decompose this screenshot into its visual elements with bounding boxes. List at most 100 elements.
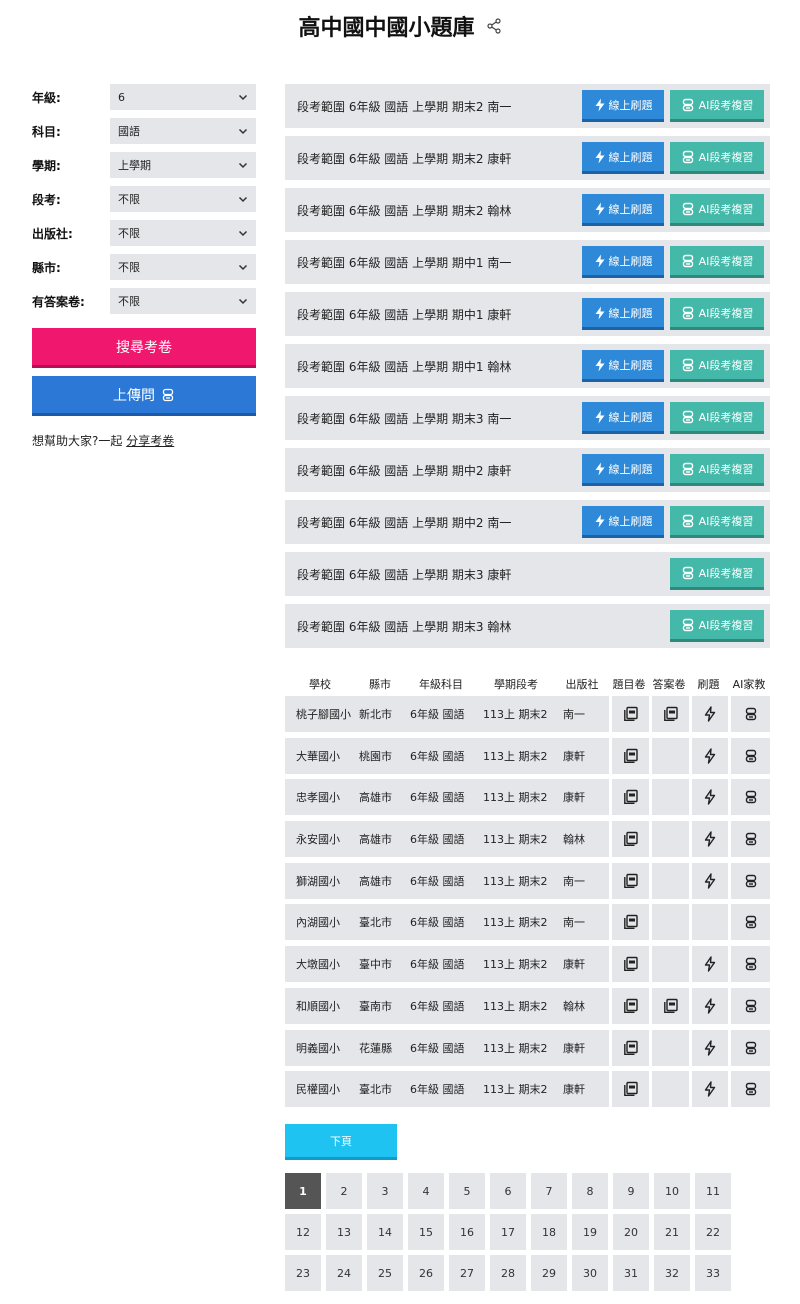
lightning-icon[interactable] — [703, 998, 717, 1014]
online-practice-button[interactable]: 線上刷題 — [582, 142, 664, 174]
question-sheet-cell[interactable] — [612, 987, 649, 1024]
robot-icon[interactable] — [744, 832, 758, 846]
robot-icon[interactable] — [744, 707, 758, 721]
ai-tutor-cell[interactable] — [731, 696, 770, 732]
ai-tutor-cell[interactable] — [731, 779, 770, 816]
drill-cell[interactable] — [692, 1071, 728, 1108]
answer-sheet-cell[interactable] — [652, 696, 689, 732]
online-practice-button[interactable]: 線上刷題 — [582, 298, 664, 330]
drill-cell[interactable] — [692, 737, 728, 774]
upload-button[interactable]: 上傳問 — [32, 376, 256, 416]
share-icon[interactable] — [486, 18, 502, 34]
drill-cell[interactable] — [692, 696, 728, 732]
page-number-button[interactable]: 3 — [367, 1173, 403, 1209]
question-sheet-cell[interactable] — [612, 696, 649, 732]
pdf-icon[interactable] — [623, 789, 639, 805]
page-number-button[interactable]: 1 — [285, 1173, 321, 1209]
ai-tutor-cell[interactable] — [731, 946, 770, 983]
pdf-icon[interactable] — [623, 873, 639, 889]
question-sheet-cell[interactable] — [612, 904, 649, 941]
page-number-button[interactable]: 6 — [490, 1173, 526, 1209]
ai-review-button[interactable]: AI段考複習 — [670, 90, 764, 122]
row-info-cell[interactable]: 明義國小 花蓮縣 6年級 國語 113上 期末2 康軒 — [285, 1029, 609, 1066]
robot-icon[interactable] — [744, 999, 758, 1013]
lightning-icon[interactable] — [703, 789, 717, 806]
page-number-button[interactable]: 15 — [408, 1214, 444, 1250]
ai-tutor-cell[interactable] — [731, 904, 770, 941]
ai-tutor-cell[interactable] — [731, 862, 770, 899]
lightning-icon[interactable] — [703, 831, 717, 847]
pdf-icon[interactable] — [663, 706, 679, 722]
question-sheet-cell[interactable] — [612, 946, 649, 983]
ai-tutor-cell[interactable] — [731, 821, 770, 858]
page-number-button[interactable]: 5 — [449, 1173, 485, 1209]
page-number-button[interactable]: 29 — [531, 1255, 567, 1291]
row-info-cell[interactable]: 獅湖國小 高雄市 6年級 國語 113上 期末2 南一 — [285, 862, 609, 899]
drill-cell[interactable] — [692, 821, 728, 858]
page-number-button[interactable]: 32 — [654, 1255, 690, 1291]
page-number-button[interactable]: 13 — [326, 1214, 362, 1250]
lightning-icon[interactable] — [703, 1039, 717, 1056]
ai-review-button[interactable]: AI段考複習 — [670, 610, 764, 642]
online-practice-button[interactable]: 線上刷題 — [582, 194, 664, 226]
page-number-button[interactable]: 25 — [367, 1255, 403, 1291]
drill-cell[interactable] — [692, 779, 728, 816]
pdf-icon[interactable] — [623, 998, 639, 1014]
robot-icon[interactable] — [744, 874, 758, 888]
page-number-button[interactable]: 21 — [654, 1214, 690, 1250]
next-page-button[interactable]: 下頁 — [285, 1124, 397, 1160]
ai-tutor-cell[interactable] — [731, 987, 770, 1024]
ai-review-button[interactable]: AI段考複習 — [670, 142, 764, 174]
robot-icon[interactable] — [744, 790, 758, 804]
page-number-button[interactable]: 19 — [572, 1214, 608, 1250]
drill-cell[interactable] — [692, 946, 728, 983]
page-number-button[interactable]: 23 — [285, 1255, 321, 1291]
lightning-icon[interactable] — [703, 747, 717, 764]
answer-sheet-cell[interactable] — [652, 987, 689, 1024]
page-number-button[interactable]: 16 — [449, 1214, 485, 1250]
row-info-cell[interactable]: 和順國小 臺南市 6年級 國語 113上 期末2 翰林 — [285, 987, 609, 1024]
pdf-icon[interactable] — [623, 748, 639, 764]
online-practice-button[interactable]: 線上刷題 — [582, 454, 664, 486]
page-number-button[interactable]: 26 — [408, 1255, 444, 1291]
page-number-button[interactable]: 20 — [613, 1214, 649, 1250]
page-number-button[interactable]: 12 — [285, 1214, 321, 1250]
robot-icon[interactable] — [744, 915, 758, 929]
page-number-button[interactable]: 24 — [326, 1255, 362, 1291]
page-number-button[interactable]: 17 — [490, 1214, 526, 1250]
drill-cell[interactable] — [692, 862, 728, 899]
ai-review-button[interactable]: AI段考複習 — [670, 454, 764, 486]
question-sheet-cell[interactable] — [612, 862, 649, 899]
question-sheet-cell[interactable] — [612, 821, 649, 858]
page-number-button[interactable]: 22 — [695, 1214, 731, 1250]
page-number-button[interactable]: 11 — [695, 1173, 731, 1209]
search-button[interactable]: 搜尋考卷 — [32, 328, 256, 368]
row-info-cell[interactable]: 忠孝國小 高雄市 6年級 國語 113上 期末2 康軒 — [285, 779, 609, 816]
ai-review-button[interactable]: AI段考複習 — [670, 558, 764, 590]
ai-review-button[interactable]: AI段考複習 — [670, 246, 764, 278]
robot-icon[interactable] — [744, 957, 758, 971]
ai-tutor-cell[interactable] — [731, 1029, 770, 1066]
filter-select[interactable]: 6 — [110, 84, 256, 110]
ai-review-button[interactable]: AI段考複習 — [670, 402, 764, 434]
ai-tutor-cell[interactable] — [731, 737, 770, 774]
online-practice-button[interactable]: 線上刷題 — [582, 402, 664, 434]
row-info-cell[interactable]: 大墩國小 臺中市 6年級 國語 113上 期末2 康軒 — [285, 946, 609, 983]
filter-select[interactable]: 不限 — [110, 254, 256, 280]
page-number-button[interactable]: 18 — [531, 1214, 567, 1250]
question-sheet-cell[interactable] — [612, 1071, 649, 1108]
page-number-button[interactable]: 7 — [531, 1173, 567, 1209]
robot-icon[interactable] — [744, 1082, 758, 1096]
share-exam-link[interactable]: 分享考卷 — [126, 434, 174, 448]
online-practice-button[interactable]: 線上刷題 — [582, 246, 664, 278]
lightning-icon[interactable] — [703, 956, 717, 972]
filter-select[interactable]: 不限 — [110, 186, 256, 212]
pdf-icon[interactable] — [623, 956, 639, 972]
question-sheet-cell[interactable] — [612, 737, 649, 774]
page-number-button[interactable]: 33 — [695, 1255, 731, 1291]
pdf-icon[interactable] — [623, 831, 639, 847]
question-sheet-cell[interactable] — [612, 779, 649, 816]
pdf-icon[interactable] — [623, 1040, 639, 1056]
ai-review-button[interactable]: AI段考複習 — [670, 298, 764, 330]
ai-review-button[interactable]: AI段考複習 — [670, 350, 764, 382]
